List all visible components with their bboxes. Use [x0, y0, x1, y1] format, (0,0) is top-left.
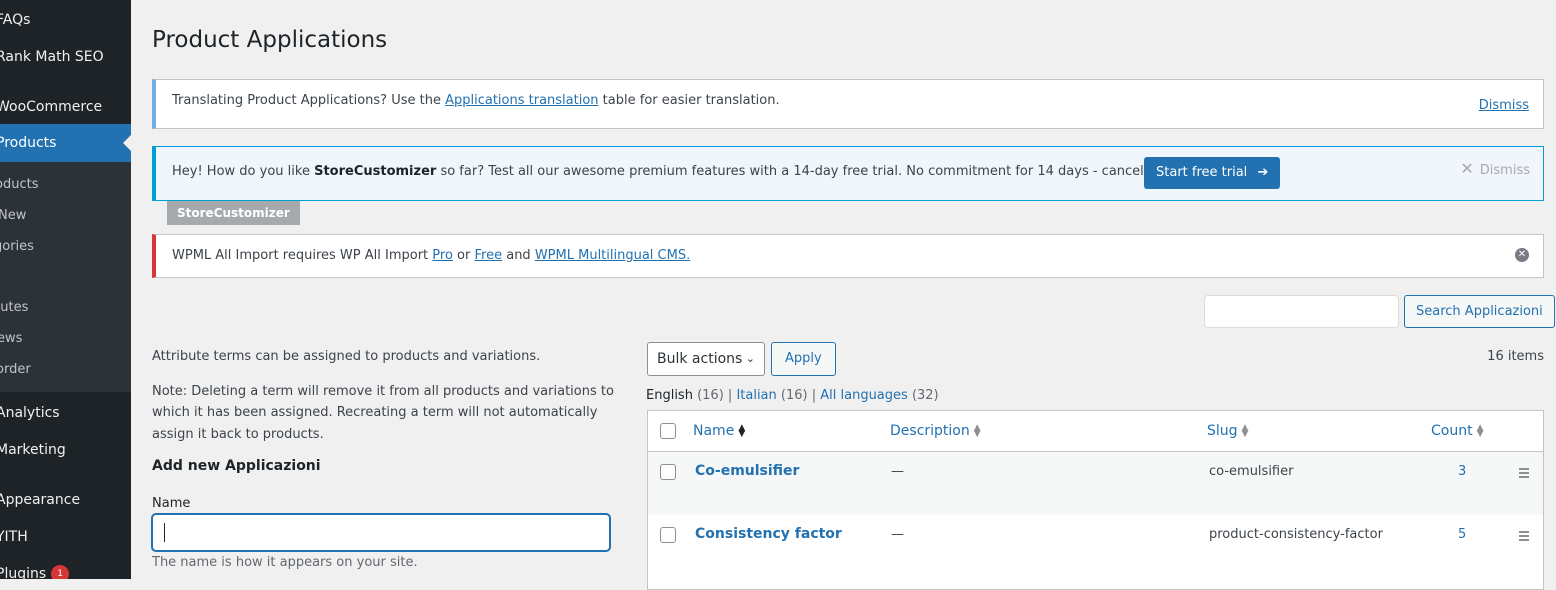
add-term-intro: Attribute terms can be assigned to produ…	[152, 346, 632, 445]
lang-all[interactable]: All languages	[820, 388, 908, 403]
name-field-label: Name	[152, 496, 191, 511]
search-input[interactable]	[1204, 295, 1399, 328]
bulk-actions-label: Bulk actions	[657, 351, 743, 367]
update-count-badge: 1	[51, 565, 70, 579]
sidebar-item-woocommerce[interactable]: WooCommerce	[0, 98, 131, 116]
lang-italian[interactable]: Italian	[736, 388, 776, 403]
storecustomizer-notice-text: Hey! How do you like StoreCustomizer so …	[172, 164, 1206, 179]
page-title: Product Applications	[152, 27, 388, 53]
intro-text: Attribute terms can be assigned to produ…	[152, 349, 541, 364]
applications-translation-link[interactable]: Applications translation	[445, 93, 598, 108]
column-description[interactable]: Description ▲ ▼	[890, 423, 981, 439]
term-description: —	[891, 464, 904, 479]
notice-text-part: Hey! How do you like	[172, 164, 315, 179]
notice-text-part: or	[452, 248, 475, 263]
table-row: Co-emulsifier — co-emulsifier 3	[648, 452, 1543, 515]
drag-handle-icon[interactable]	[1519, 531, 1529, 543]
term-name-link[interactable]: Co-emulsifier	[695, 463, 799, 479]
column-description-label: Description	[890, 423, 970, 439]
wp-all-import-free-link[interactable]: Free	[475, 248, 503, 263]
term-slug: product-consistency-factor	[1209, 527, 1383, 542]
translation-notice: Translating Product Applications? Use th…	[152, 79, 1544, 129]
sidebar-item-plugins[interactable]: Plugins 1	[0, 565, 131, 579]
dismiss-label: Dismiss	[1479, 163, 1530, 178]
storecustomizer-tag: StoreCustomizer	[167, 201, 300, 225]
notice-text-part: WPML All Import requires WP All Import	[172, 248, 433, 263]
translation-notice-text: Translating Product Applications? Use th…	[172, 93, 780, 108]
wpml-notice-text: WPML All Import requires WP All Import P…	[172, 248, 690, 263]
lang-all-count: (32)	[911, 388, 939, 403]
language-filter: English (16) | Italian (16) | All langua…	[646, 388, 939, 403]
start-free-trial-button[interactable]: Start free trial ➔	[1144, 157, 1281, 189]
notice-text-part: table for easier translation.	[598, 93, 780, 108]
storecustomizer-brand: StoreCustomizer	[314, 164, 437, 179]
sort-icon: ▲ ▼	[973, 423, 981, 439]
submenu-item-all-products[interactable]: roducts	[0, 177, 39, 192]
name-input[interactable]	[152, 514, 610, 551]
admin-sidebar: FAQs Rank Math SEO WooCommerce Products …	[0, 0, 131, 579]
drag-handle-icon[interactable]	[1519, 468, 1529, 480]
table-header: Name ▲ ▼ Description ▲ ▼ Slug ▲ ▼ Count ▲ ▼	[648, 411, 1543, 452]
name-help-text: The name is how it appears on your site.	[152, 555, 418, 570]
notice-text-part: Translating Product Applications? Use th…	[172, 93, 446, 108]
term-slug: co-emulsifier	[1209, 464, 1294, 479]
column-name-label: Name	[693, 423, 735, 439]
add-new-title: Add new Applicazioni	[152, 458, 321, 474]
sidebar-item-analytics[interactable]: Analytics	[0, 404, 131, 422]
delete-note-text: Note: Deleting a term will remove it fro…	[152, 383, 614, 442]
column-count-label: Count	[1431, 423, 1473, 439]
wpml-error-notice: WPML All Import requires WP All Import P…	[152, 234, 1544, 278]
select-all-checkbox[interactable]	[660, 423, 676, 439]
lang-english[interactable]: English	[646, 388, 693, 403]
submenu-item-add-new[interactable]: New	[0, 208, 26, 223]
arrow-right-icon: ➔	[1257, 165, 1269, 180]
sidebar-item-yith[interactable]: YITH	[0, 528, 131, 546]
close-icon: ✕	[1460, 159, 1474, 178]
lang-english-count: (16)	[697, 388, 724, 403]
term-count-link[interactable]: 3	[1458, 464, 1466, 479]
products-submenu	[0, 162, 131, 392]
apply-button[interactable]: Apply	[771, 342, 836, 376]
term-description: —	[891, 527, 904, 542]
sort-icon: ▲ ▼	[738, 423, 746, 439]
wpml-multilingual-cms-link[interactable]: WPML Multilingual CMS.	[535, 248, 690, 263]
chevron-down-icon: ⌄	[745, 352, 755, 365]
close-circle-icon[interactable]: ✕	[1515, 248, 1529, 262]
sidebar-item-faqs[interactable]: FAQs	[0, 11, 131, 29]
term-count-link[interactable]: 5	[1458, 527, 1466, 542]
search-applicazioni-button[interactable]: Search Applicazioni	[1404, 295, 1555, 328]
notice-text-part: and	[502, 248, 535, 263]
sidebar-item-rank-math-seo[interactable]: Rank Math SEO	[0, 48, 131, 66]
bulk-actions-select[interactable]: Bulk actions ⌄	[647, 342, 765, 376]
term-name-link[interactable]: Consistency factor	[695, 526, 842, 542]
row-checkbox[interactable]	[660, 527, 676, 543]
column-slug-label: Slug	[1207, 423, 1238, 439]
column-name[interactable]: Name ▲ ▼	[693, 423, 745, 439]
wp-all-import-pro-link[interactable]: Pro	[432, 248, 453, 263]
start-free-trial-label: Start free trial	[1156, 165, 1248, 180]
sidebar-item-plugins-label: Plugins	[0, 566, 47, 579]
row-checkbox[interactable]	[660, 464, 676, 480]
sidebar-item-appearance[interactable]: Appearance	[0, 491, 131, 509]
submenu-item-categories[interactable]: gories	[0, 239, 34, 254]
text-caret	[164, 523, 165, 542]
dismiss-translation-notice-link[interactable]: Dismiss	[1479, 98, 1529, 113]
lang-italian-count: (16)	[780, 388, 808, 403]
submenu-item-sorting-order[interactable]: order	[0, 362, 31, 377]
submenu-item-reviews[interactable]: ews	[0, 331, 22, 346]
column-slug[interactable]: Slug ▲ ▼	[1207, 423, 1248, 439]
sort-icon: ▲ ▼	[1476, 423, 1484, 439]
sidebar-item-products[interactable]: Products	[0, 124, 131, 162]
submenu-item-attributes[interactable]: butes	[0, 300, 28, 315]
dismiss-storecustomizer-button[interactable]: ✕ Dismiss	[1460, 159, 1530, 178]
table-row: Consistency factor — product-consistency…	[648, 515, 1543, 578]
sidebar-item-marketing[interactable]: Marketing	[0, 441, 131, 459]
notice-text-part: so far? Test all our awesome premium fea…	[436, 164, 1207, 179]
column-count[interactable]: Count ▲ ▼	[1431, 423, 1484, 439]
items-count: 16 items	[1487, 349, 1544, 364]
terms-table: Name ▲ ▼ Description ▲ ▼ Slug ▲ ▼ Count ▲ ▼ Co-e…	[647, 410, 1544, 590]
sort-icon: ▲ ▼	[1241, 423, 1249, 439]
storecustomizer-notice: Hey! How do you like StoreCustomizer so …	[152, 146, 1544, 201]
